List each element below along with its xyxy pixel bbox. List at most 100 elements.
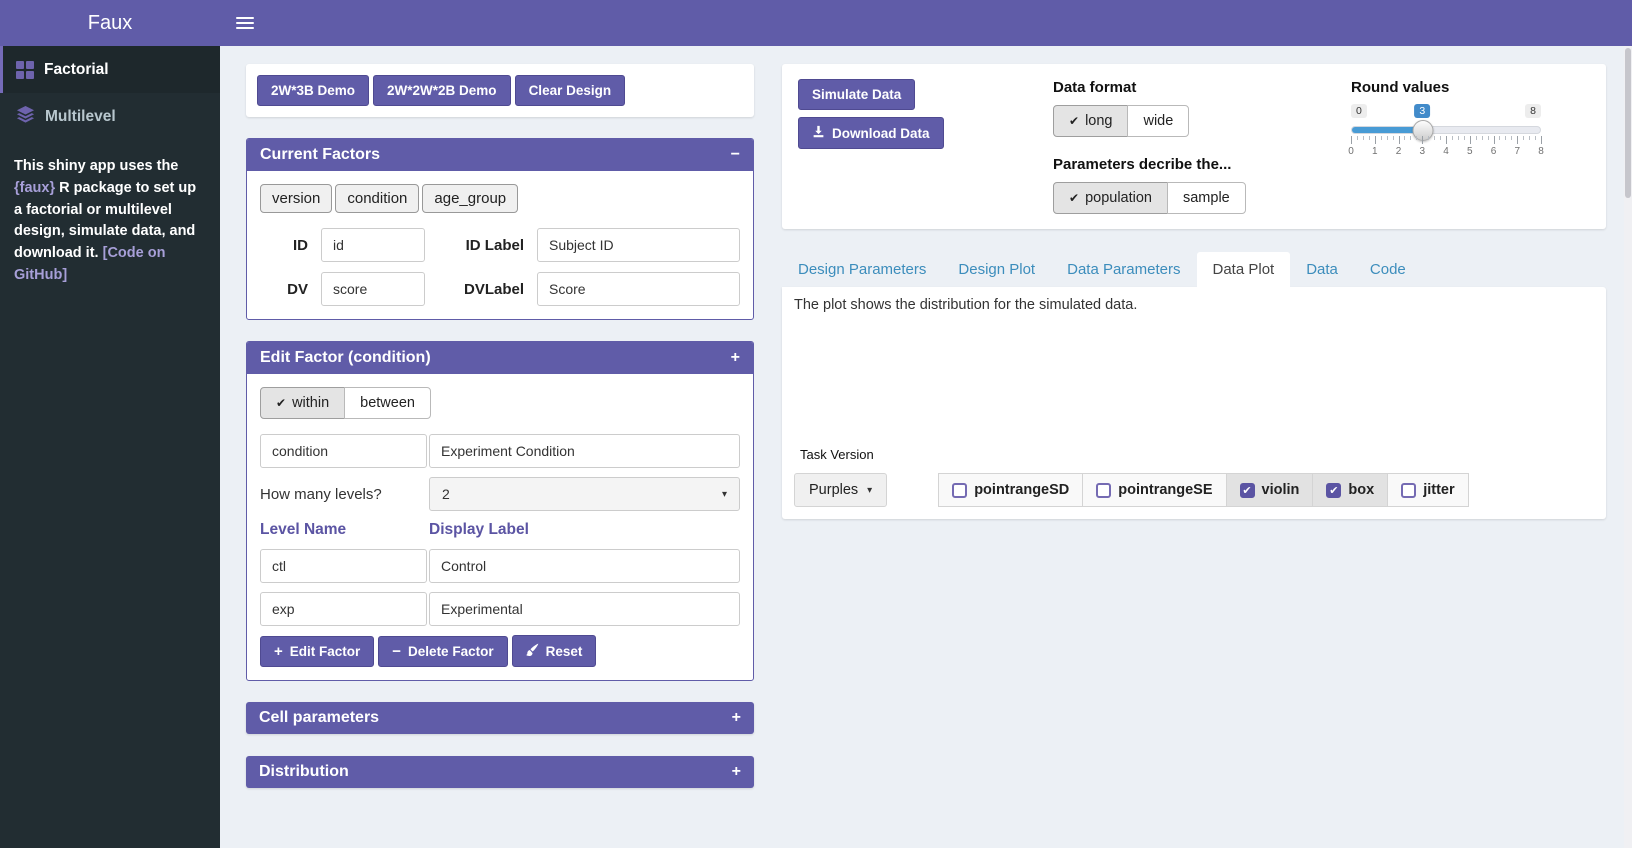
- edit-factor-box: Edit Factor (condition) + ✔withinbetween…: [246, 341, 754, 681]
- checkbox-jitter[interactable]: jitter: [1387, 473, 1468, 507]
- design-demo-button[interactable]: Clear Design: [515, 75, 626, 106]
- download-data-button[interactable]: Download Data: [798, 117, 944, 149]
- sidebar-item-factorial[interactable]: Factorial: [0, 46, 220, 93]
- slider-tick: [1470, 136, 1471, 144]
- plot-layer-checkbox-group: pointrangeSDpointrangeSE✔violin✔boxjitte…: [939, 473, 1468, 507]
- page-scrollbar[interactable]: [1624, 46, 1632, 848]
- demo-buttons-box: 2W*3B Demo2W*2W*2B DemoClear Design: [246, 64, 754, 117]
- display-label-header: Display Label: [429, 521, 529, 539]
- checkbox-violin[interactable]: ✔violin: [1226, 473, 1314, 507]
- design-demo-button[interactable]: 2W*2W*2B Demo: [373, 75, 511, 106]
- slider-minor-tick: [1464, 136, 1465, 140]
- slider-max-label: 8: [1525, 104, 1541, 118]
- slider-minor-tick: [1511, 136, 1512, 140]
- sidebar-item-label: Multilevel: [45, 108, 116, 126]
- level-name-input[interactable]: [260, 549, 427, 583]
- collapse-minus-icon[interactable]: −: [731, 146, 740, 164]
- slider-minor-tick: [1488, 136, 1489, 140]
- reset-button[interactable]: Reset: [512, 635, 597, 667]
- check-icon: ✔: [1069, 191, 1079, 205]
- tab-design-parameters[interactable]: Design Parameters: [782, 252, 942, 287]
- simulate-box: Simulate Data Download Data Data format …: [782, 64, 1606, 229]
- id-dv-grid: IDID LabelDVDVLabel: [260, 228, 740, 306]
- tab-data-parameters[interactable]: Data Parameters: [1051, 252, 1196, 287]
- collapse-plus-icon[interactable]: +: [732, 709, 741, 727]
- current-factors-header: Current Factors −: [247, 139, 753, 171]
- slider-tick-label: 5: [1467, 146, 1473, 157]
- factor-name-input[interactable]: [260, 434, 427, 468]
- slider-minor-tick: [1499, 136, 1500, 140]
- factor-label-input[interactable]: [429, 434, 740, 468]
- box-title: Edit Factor (condition): [260, 349, 431, 367]
- level-name-input[interactable]: [260, 592, 427, 626]
- sidebar-toggle-icon[interactable]: [220, 0, 270, 46]
- toggle-format-long[interactable]: ✔long: [1053, 105, 1128, 137]
- download-icon: [812, 125, 825, 141]
- tab-data-plot[interactable]: Data Plot: [1197, 252, 1291, 287]
- slider-minor-tick: [1482, 136, 1483, 140]
- slider-tick-label: 8: [1538, 146, 1544, 157]
- field-label: DVLabel: [438, 281, 524, 298]
- chevron-down-icon: ▾: [722, 489, 727, 500]
- slider-minor-tick: [1387, 136, 1388, 140]
- slider-minor-tick: [1523, 136, 1524, 140]
- slider-minor-tick: [1452, 136, 1453, 140]
- plot-controls-row: Purples ▾ pointrangeSDpointrangeSE✔violi…: [794, 473, 1594, 507]
- toggle-format-wide[interactable]: wide: [1127, 105, 1189, 137]
- toggle-params-sample[interactable]: sample: [1167, 182, 1246, 214]
- slider-minor-tick: [1440, 136, 1441, 140]
- round-values-slider[interactable]: 0 3 8 012345678: [1351, 126, 1541, 158]
- slider-minor-tick: [1529, 136, 1530, 140]
- box-title: Current Factors: [260, 146, 380, 164]
- layers-icon: [16, 105, 35, 129]
- cell-parameters-box[interactable]: Cell parameters +: [246, 702, 754, 734]
- slider-minor-tick: [1458, 136, 1459, 140]
- field-input[interactable]: [537, 228, 740, 262]
- edit-factor-button[interactable]: +Edit Factor: [260, 636, 374, 667]
- sidebar-item-multilevel[interactable]: Multilevel: [0, 93, 220, 140]
- distribution-box[interactable]: Distribution +: [246, 756, 754, 788]
- slider-track[interactable]: [1351, 126, 1541, 134]
- factor-name-row: [260, 434, 740, 468]
- level-row: [260, 549, 740, 583]
- level-label-input[interactable]: [429, 549, 740, 583]
- design-demo-button[interactable]: 2W*3B Demo: [257, 75, 369, 106]
- slider-ticks: 012345678: [1351, 136, 1541, 158]
- scrollbar-thumb[interactable]: [1625, 48, 1631, 198]
- tab-data[interactable]: Data: [1290, 252, 1354, 287]
- data-format-toggle: ✔longwide: [1053, 105, 1189, 137]
- level-label-input[interactable]: [429, 592, 740, 626]
- factor-chip[interactable]: age_group: [422, 184, 518, 213]
- checkbox-box[interactable]: ✔box: [1312, 473, 1388, 507]
- params-describe-label: Parameters decribe the...: [1053, 156, 1303, 173]
- box-title: Distribution: [259, 763, 349, 781]
- factor-chip[interactable]: version: [260, 184, 332, 213]
- checkbox-icon: ✔: [1240, 483, 1255, 498]
- simulate-data-button[interactable]: Simulate Data: [798, 79, 915, 110]
- tab-design-plot[interactable]: Design Plot: [942, 252, 1051, 287]
- collapse-plus-icon[interactable]: +: [732, 763, 741, 781]
- field-input[interactable]: [321, 272, 425, 306]
- level-rows: [260, 549, 740, 626]
- check-icon: ✔: [1069, 114, 1079, 128]
- field-input[interactable]: [537, 272, 740, 306]
- field-input[interactable]: [321, 228, 425, 262]
- slider-minor-tick: [1535, 136, 1536, 140]
- toggle-params-population[interactable]: ✔population: [1053, 182, 1168, 214]
- collapse-plus-icon[interactable]: +: [731, 349, 740, 367]
- tab-code[interactable]: Code: [1354, 252, 1422, 287]
- levels-count-select[interactable]: 2 ▾: [429, 477, 740, 511]
- checkbox-pointrangeSE[interactable]: pointrangeSE: [1082, 473, 1226, 507]
- slider-minor-tick: [1410, 136, 1411, 140]
- checkbox-icon: ✔: [1326, 483, 1341, 498]
- main-content: 2W*3B Demo2W*2W*2B DemoClear Design Curr…: [220, 46, 1632, 848]
- palette-select[interactable]: Purples ▾: [794, 473, 887, 507]
- delete-factor-button[interactable]: −Delete Factor: [378, 636, 507, 667]
- top-navbar: Faux: [0, 0, 1632, 46]
- toggle-type-within[interactable]: ✔within: [260, 387, 345, 419]
- faux-package-link[interactable]: {faux}: [14, 180, 55, 196]
- factor-chip[interactable]: condition: [335, 184, 419, 213]
- grid-icon: [16, 61, 34, 79]
- checkbox-pointrangeSD[interactable]: pointrangeSD: [938, 473, 1083, 507]
- toggle-type-between[interactable]: between: [344, 387, 431, 419]
